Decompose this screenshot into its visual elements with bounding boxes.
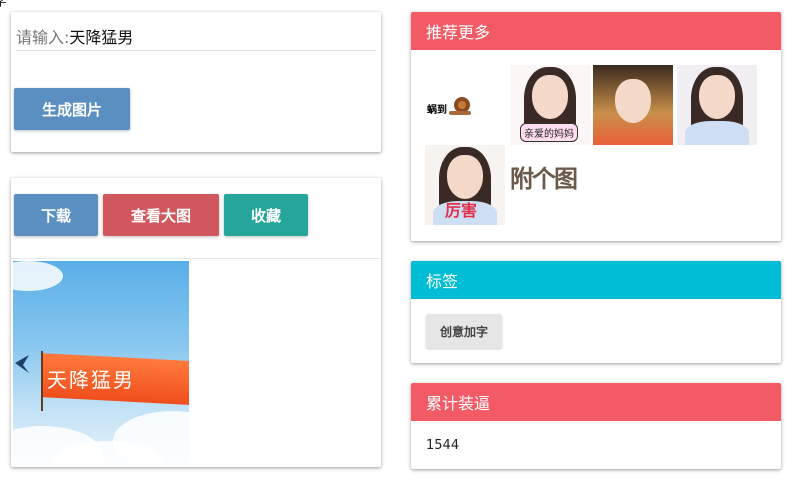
girl-thumbs-up-thumb[interactable]: 厉害 bbox=[425, 145, 505, 225]
face-shape bbox=[447, 155, 483, 199]
thumb-text: 亲爱的妈妈 bbox=[520, 123, 578, 142]
cloud bbox=[13, 261, 63, 291]
bird-icon bbox=[15, 355, 29, 373]
download-button[interactable]: 下载 bbox=[14, 194, 98, 236]
tags-card: 标签 创意加字 bbox=[411, 261, 781, 363]
generated-image: 天降猛男 bbox=[13, 261, 189, 466]
thumb-text: 附个图 bbox=[510, 165, 578, 193]
tags-header: 标签 bbox=[411, 261, 781, 299]
input-card: 请输入: 天降猛男 生成图片 bbox=[11, 12, 381, 152]
favorite-button[interactable]: 收藏 bbox=[224, 194, 308, 236]
view-large-button[interactable]: 查看大图 bbox=[103, 194, 219, 236]
girl-meme-thumb[interactable]: 亲爱的妈妈 bbox=[510, 65, 590, 145]
recommend-card: 推荐更多 蜗到 亲爱的妈妈 厉害 附个图 bbox=[411, 12, 781, 241]
recommend-header: 推荐更多 bbox=[411, 12, 781, 50]
divider bbox=[11, 258, 381, 259]
body-shape bbox=[685, 121, 749, 145]
face-shape bbox=[532, 75, 568, 119]
girl-portrait-thumb[interactable] bbox=[677, 65, 757, 145]
flag-pole bbox=[41, 351, 43, 411]
count-card: 累计装逼 1544 bbox=[411, 383, 781, 469]
thumb-text: 厉害 bbox=[445, 201, 478, 220]
stray-character: 字 bbox=[0, 0, 8, 10]
face-shape bbox=[699, 75, 735, 119]
count-value: 1544 bbox=[426, 438, 460, 453]
snail-icon bbox=[449, 97, 471, 115]
tag-chip[interactable]: 创意加字 bbox=[426, 314, 502, 348]
glitch-text-thumb[interactable]: 附个图 bbox=[510, 145, 588, 225]
count-header: 累计装逼 bbox=[411, 383, 781, 421]
face-shape bbox=[615, 79, 651, 123]
banner-caption: 天降猛男 bbox=[47, 368, 135, 392]
result-card: 下载 查看大图 收藏 天降猛男 bbox=[11, 178, 381, 467]
butterfly-girl-thumb[interactable] bbox=[593, 65, 673, 145]
snail-meme-thumb[interactable]: 蜗到 bbox=[425, 65, 505, 145]
input-placeholder: 请输入: bbox=[16, 28, 70, 47]
thumb-text: 蜗到 bbox=[427, 105, 447, 116]
input-value: 天降猛男 bbox=[69, 28, 134, 47]
text-input[interactable]: 请输入: 天降猛男 bbox=[16, 22, 376, 51]
generate-image-button[interactable]: 生成图片 bbox=[14, 88, 130, 130]
